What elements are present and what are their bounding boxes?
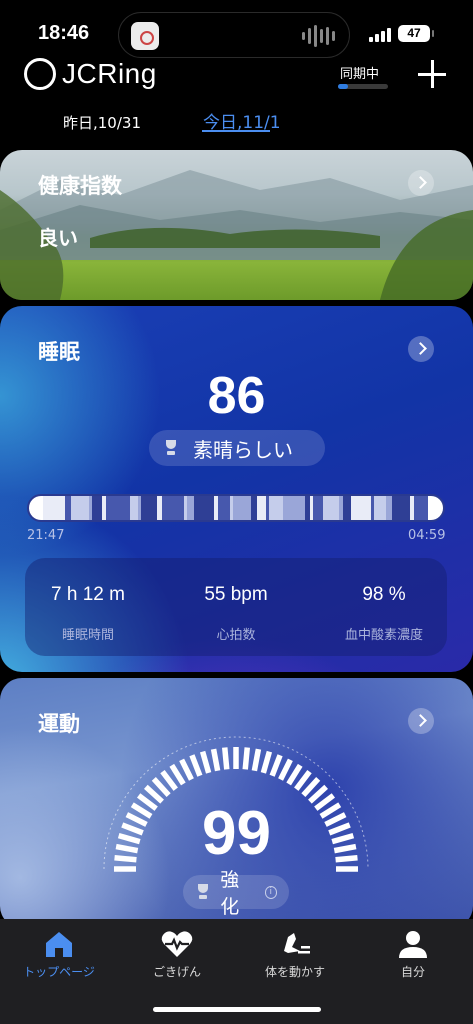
sleep-stage-segment [218,496,230,520]
date-tab-underline [202,130,270,132]
battery-icon: 47 [398,25,434,42]
sleep-title: 睡眠 [38,340,80,364]
status-time: 18:46 [38,22,90,44]
blood-oxygen-value: 98 % [362,584,406,605]
sleep-stage-segment [43,496,65,520]
sleep-duration-value: 7 h 12 m [51,584,125,605]
sleep-stage-segment [428,496,443,520]
sleep-stage-segment [29,496,43,520]
date-tab-yesterday[interactable]: 昨日,10/31 [63,112,141,133]
tab-label: ごきげん [152,965,201,979]
sleep-stage-segment [141,496,157,520]
sleep-stage-segment [233,496,251,520]
home-icon [42,929,76,959]
sleep-stats-panel: 7 h 12 m 睡眠時間 55 bpm 心拍数 98 % 血中酸素濃度 [25,558,447,656]
info-icon[interactable]: i [264,885,277,899]
gauge-tick [251,748,262,772]
sleep-stage-segment [283,496,305,520]
sleep-stage-segment [269,496,283,520]
tab-me[interactable]: 自分 [354,929,472,980]
app-logo: JCRing [24,58,157,90]
trophy-icon [195,883,210,901]
sleep-stage-segment [92,496,102,520]
tab-exercise[interactable]: 体を動かす [236,929,354,980]
sync-status: 同期中 [340,67,380,82]
chevron-right-icon[interactable] [408,336,434,362]
gauge-tick [222,747,230,770]
sleep-rating: 素晴らしい [193,437,293,462]
gauge-tick [189,754,203,777]
activity-title: 運動 [38,712,80,736]
tab-label: トップページ [23,965,95,979]
sleep-stage-segment [187,496,194,520]
add-button[interactable] [414,56,450,92]
health-index-card[interactable]: 健康指数 良い [0,150,473,300]
gauge-tick [179,758,194,781]
sleep-stage-segment [106,496,130,520]
tab-top-page[interactable]: トップページ [0,929,118,980]
gauge-tick [210,748,221,772]
gauge-tick [278,758,293,781]
ring-logo-icon [24,58,56,90]
tab-label: 体を動かす [264,965,325,979]
activity-score: 99 [202,799,271,868]
home-indicator [153,1007,321,1012]
chevron-right-icon[interactable] [408,170,434,196]
sleep-stage-segment [194,496,214,520]
sleep-end-time: 04:59 [408,528,446,543]
audio-wave-icon [302,25,335,47]
running-shoe-icon [278,929,312,959]
gauge-tick [242,747,250,770]
app-name: JCRing [62,58,157,89]
gauge-tick [269,754,283,777]
sync-progress-bar [338,84,388,89]
sleep-stage-bar[interactable] [27,494,445,522]
health-index-status: 良い [38,226,78,250]
sleep-stage-segment [257,496,266,520]
compass-app-icon [131,22,159,50]
gauge-tick [286,763,303,786]
sleep-stage-segment [323,496,339,520]
activity-rating-badge: 強化 i [183,869,289,918]
cellular-signal-icon [369,28,391,42]
trophy-icon [163,439,179,457]
sleep-stage-segment [343,496,351,520]
tab-label: 自分 [400,965,425,979]
gauge-tick [169,763,186,786]
chevron-right-icon[interactable] [408,708,434,734]
sleep-rating-badge: 素晴らしい [149,430,325,466]
sleep-duration-label: 睡眠時間 [61,628,114,643]
health-index-title: 健康指数 [38,174,122,198]
gauge-tick [199,750,212,774]
sleep-stage-segment [313,496,323,520]
status-bar: 18:46 47 [0,0,473,60]
sleep-start-time: 21:47 [27,528,65,543]
person-icon [396,929,430,959]
dynamic-island[interactable] [118,12,350,58]
sleep-stage-segment [162,496,184,520]
sleep-stage-segment [351,496,371,520]
sleep-card[interactable]: 睡眠 86 素晴らしい 21:47 04:59 7 h 12 m 睡眠時間 55… [0,306,473,672]
tab-mood[interactable]: ごきげん [118,929,236,980]
sleep-stage-segment [71,496,89,520]
sync-progress-fill [338,84,348,89]
sleep-stage-segment [374,496,386,520]
heart-rate-value: 55 bpm [204,584,268,605]
sleep-score: 86 [207,367,266,425]
sleep-stage-segment [130,496,138,520]
heart-pulse-icon [160,929,194,959]
blood-oxygen-label: 血中酸素濃度 [344,628,423,643]
sleep-stage-segment [414,496,428,520]
activity-card[interactable]: 運動 99 強化 i [0,678,473,928]
gauge-tick [260,750,273,774]
activity-rating: 強化 [220,869,240,918]
sleep-stage-segment [392,496,410,520]
heart-rate-label: 心拍数 [216,628,256,643]
